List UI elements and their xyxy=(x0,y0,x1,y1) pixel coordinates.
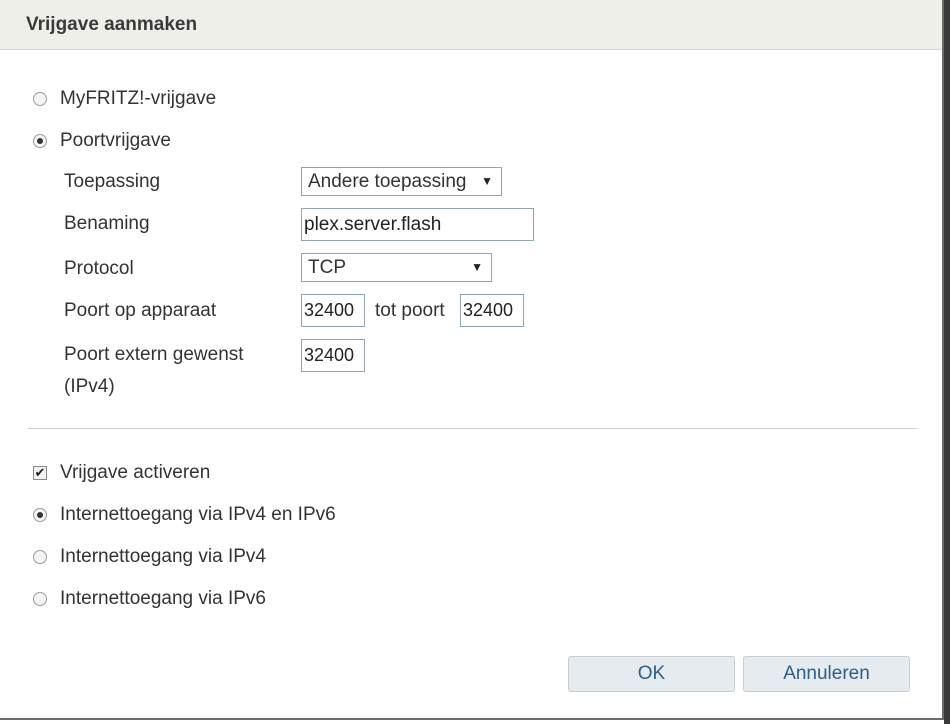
port-external-input[interactable]: 32400 xyxy=(301,339,365,372)
radio-port-share[interactable]: Poortvrijgave xyxy=(33,130,171,152)
radio-button[interactable] xyxy=(33,550,47,564)
dialog-titlebar: Vrijgave aanmaken xyxy=(0,0,942,50)
dialog-title: Vrijgave aanmaken xyxy=(26,14,198,35)
section-divider xyxy=(28,428,917,429)
radio-button[interactable] xyxy=(33,592,47,606)
ok-button[interactable]: OK xyxy=(568,656,735,692)
radio-label: Internettoegang via IPv6 xyxy=(60,588,266,609)
application-select[interactable]: Andere toepassing ▼ xyxy=(301,167,502,196)
port-external-label-sub: (IPv4) xyxy=(64,376,115,397)
dropdown-arrow-icon: ▼ xyxy=(471,260,483,274)
protocol-label: Protocol xyxy=(64,258,134,279)
name-input[interactable]: plex.server.flash xyxy=(301,208,534,241)
dropdown-arrow-icon: ▼ xyxy=(481,174,493,188)
radio-label: Internettoegang via IPv4 xyxy=(60,546,266,567)
activate-share-checkbox[interactable]: ✔ Vrijgave activeren xyxy=(33,462,210,484)
radio-label: Internettoegang via IPv4 en IPv6 xyxy=(60,504,336,525)
radio-button-selected[interactable] xyxy=(33,508,47,522)
port-from-input[interactable]: 32400 xyxy=(301,294,365,327)
port-to-label: tot poort xyxy=(375,300,445,321)
radio-label: Poortvrijgave xyxy=(60,130,171,151)
protocol-select[interactable]: TCP ▼ xyxy=(301,253,492,282)
port-device-label: Poort op apparaat xyxy=(64,300,217,321)
protocol-select-value: TCP xyxy=(308,257,346,278)
radio-myfritz-share[interactable]: MyFRITZ!-vrijgave xyxy=(33,88,216,110)
radio-label: MyFRITZ!-vrijgave xyxy=(60,88,217,109)
application-label: Toepassing xyxy=(64,171,161,192)
radio-ipv4-ipv6[interactable]: Internettoegang via IPv4 en IPv6 xyxy=(33,504,336,526)
window-edge xyxy=(944,0,950,724)
port-external-label: Poort extern gewenst xyxy=(64,344,244,365)
checkbox-label: Vrijgave activeren xyxy=(60,462,211,483)
radio-ipv4[interactable]: Internettoegang via IPv4 xyxy=(33,546,266,568)
dialog: Vrijgave aanmaken MyFRITZ!-vrijgave Poor… xyxy=(0,0,944,720)
check-icon[interactable]: ✔ xyxy=(33,466,47,480)
cancel-button[interactable]: Annuleren xyxy=(743,656,910,692)
radio-ipv6[interactable]: Internettoegang via IPv6 xyxy=(33,588,266,610)
name-label: Benaming xyxy=(64,213,150,234)
application-select-value: Andere toepassing xyxy=(308,171,467,192)
port-to-input[interactable]: 32400 xyxy=(460,294,524,327)
radio-button[interactable] xyxy=(33,92,47,106)
radio-button-selected[interactable] xyxy=(33,134,47,148)
